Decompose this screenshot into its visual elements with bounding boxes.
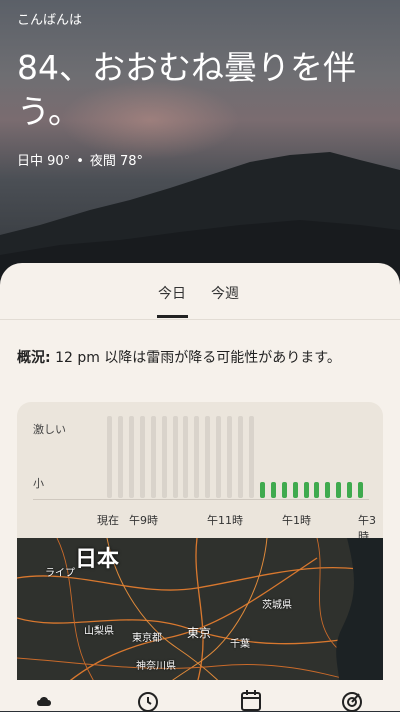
- radar-icon[interactable]: [340, 688, 364, 712]
- separator-dot: •: [76, 154, 84, 169]
- precip-bar: [205, 416, 211, 498]
- map-place-label: 茨城県: [262, 600, 292, 611]
- precip-bar: [292, 482, 298, 498]
- precipitation-bars: [107, 416, 369, 498]
- precip-bar: [117, 416, 123, 498]
- weather-headline: 84、おおむね曇りを伴う。: [17, 48, 356, 131]
- intensity-high-label: 激しい: [33, 423, 66, 436]
- forecast-summary: 概況: 12 pm 以降は雷雨が降る可能性があります。: [17, 347, 387, 367]
- time-label: 午1時: [282, 514, 311, 527]
- precip-bar: [150, 416, 156, 498]
- precip-bar: [227, 416, 233, 498]
- precip-bar: [107, 416, 112, 498]
- precip-bar: [314, 482, 320, 498]
- greeting-text: こんばんは: [17, 13, 83, 28]
- tab-this-week[interactable]: 今週: [211, 283, 239, 303]
- map-place-label: 神奈川県: [136, 661, 176, 672]
- chart-baseline: [33, 499, 369, 500]
- selected-tab-indicator: [157, 315, 188, 318]
- time-label: 現在: [97, 514, 119, 527]
- precip-bar: [248, 416, 254, 498]
- hero-background: こんばんは 84、おおむね曇りを伴う。 日中 90° • 夜間 78°: [0, 0, 400, 300]
- precip-bar: [325, 482, 331, 498]
- day-high: 日中 90°: [17, 154, 71, 169]
- time-label: 午9時: [129, 514, 158, 527]
- map-country-label: 日本: [75, 547, 120, 572]
- map-place-label: 東京: [187, 626, 212, 640]
- intensity-low-label: 小: [33, 477, 44, 490]
- precip-bar: [336, 482, 342, 498]
- precip-bar: [216, 416, 222, 498]
- weather-icon[interactable]: [33, 688, 57, 712]
- tab-bar: 今日 今週: [0, 263, 400, 320]
- precip-bar: [161, 416, 167, 498]
- precip-bar: [172, 416, 178, 498]
- forecast-sheet: 今日 今週 概況: 12 pm 以降は雷雨が降る可能性があります。 激しい 小 …: [0, 263, 400, 711]
- time-label: 午11時: [207, 514, 243, 527]
- precip-bar: [347, 482, 353, 498]
- tab-today[interactable]: 今日: [158, 283, 186, 303]
- precip-bar: [238, 416, 243, 498]
- precip-bar: [194, 416, 200, 498]
- clock-icon[interactable]: [136, 688, 160, 712]
- summary-text: 12 pm 以降は雷雨が降る可能性があります。: [55, 350, 341, 366]
- precip-bar: [281, 482, 287, 498]
- precip-bar: [139, 416, 145, 498]
- summary-label: 概況:: [17, 350, 51, 366]
- precipitation-card[interactable]: 激しい 小 現在 午9時 午11時 午1時 午3時 日本 ライプ 茨城県 山梨県…: [17, 402, 383, 711]
- precip-bar: [303, 482, 309, 498]
- precip-bar: [259, 482, 265, 498]
- map-place-label: 山梨県: [84, 626, 114, 637]
- map-place-label: ライプ: [45, 568, 75, 579]
- precip-bar: [270, 482, 276, 498]
- bottom-navigation: [0, 680, 400, 712]
- precip-bar: [128, 416, 134, 498]
- precip-bar: [358, 482, 364, 498]
- calendar-icon[interactable]: [239, 688, 263, 712]
- high-low-temperatures: 日中 90° • 夜間 78°: [17, 150, 143, 169]
- night-low: 夜間 78°: [89, 154, 144, 169]
- precip-bar: [183, 416, 189, 498]
- map-place-label: 千葉: [230, 639, 250, 650]
- map-place-label: 東京都: [132, 633, 162, 644]
